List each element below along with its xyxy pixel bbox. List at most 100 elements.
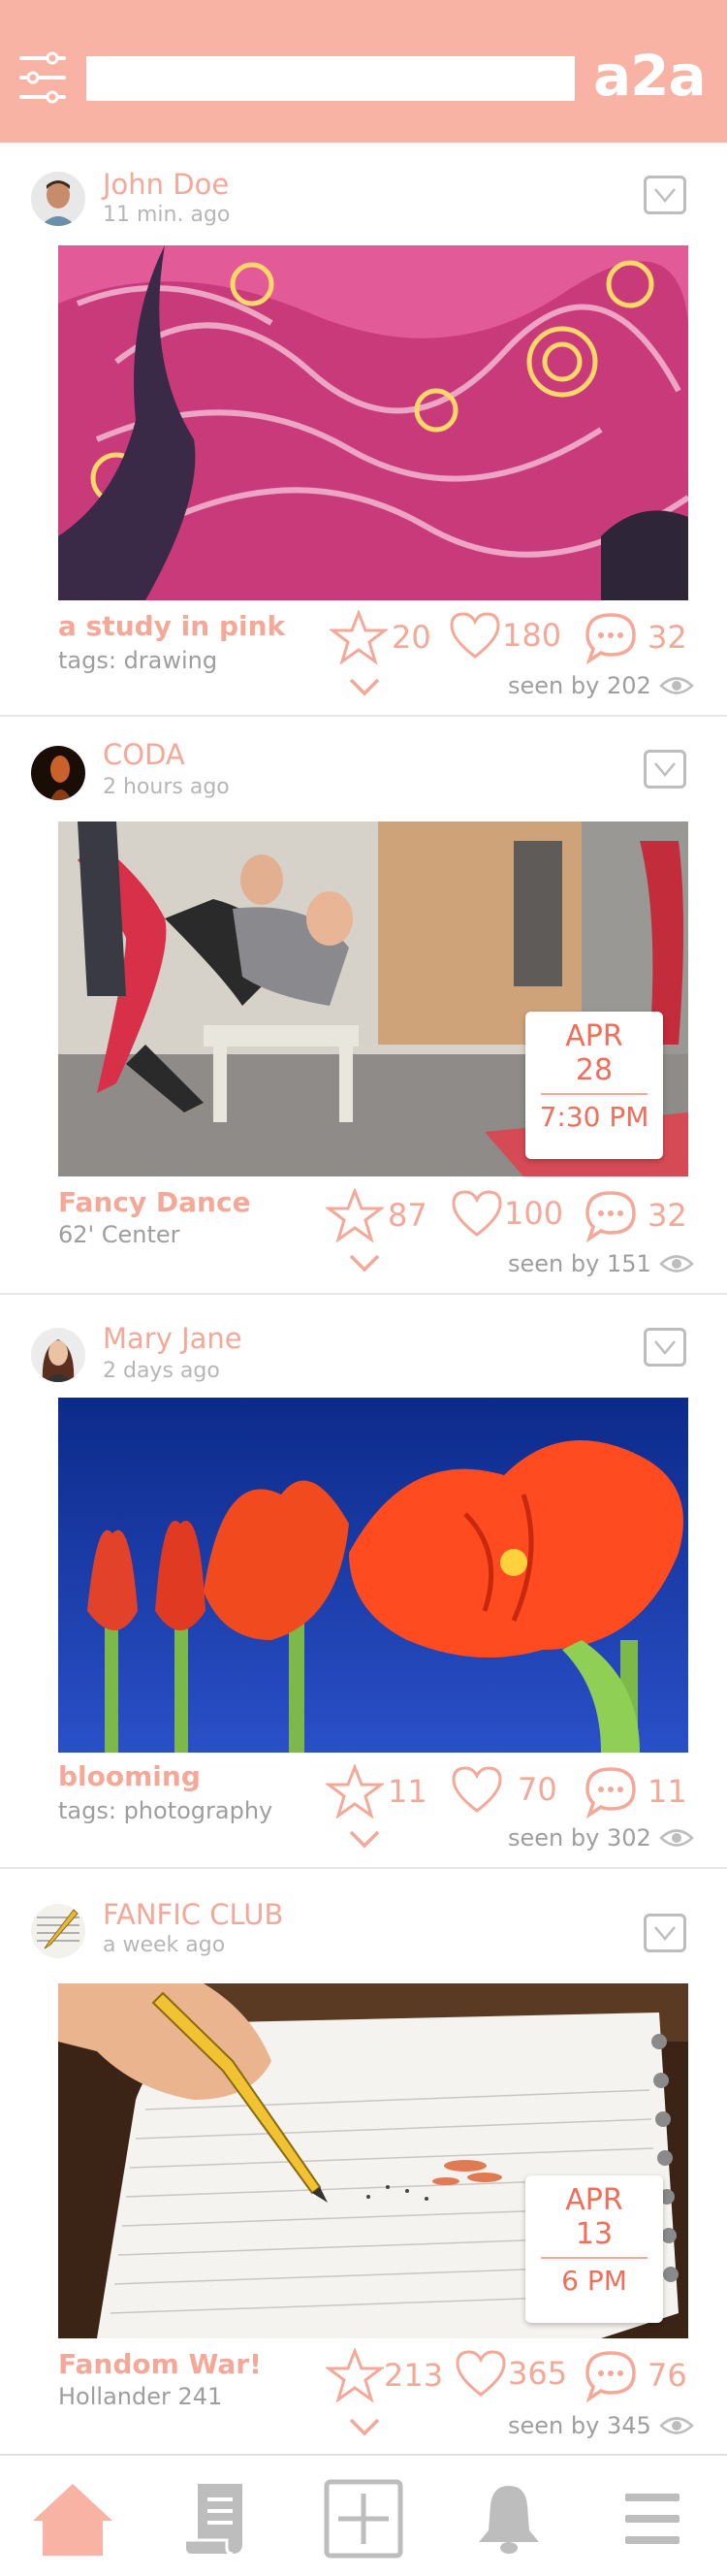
post-title[interactable]: a study in pink	[58, 610, 285, 642]
post-subtitle: tags: drawing	[58, 647, 218, 674]
post-menu-button[interactable]	[644, 1328, 686, 1367]
star-count: 11	[388, 1773, 427, 1810]
heart-icon	[456, 2350, 506, 2397]
star-count: 20	[392, 619, 431, 656]
like-count: 180	[502, 617, 562, 654]
nav-posts[interactable]	[173, 2475, 260, 2562]
post-title[interactable]: Fancy Dance	[58, 1186, 251, 1218]
feed-post: FANFIC CLUB a week ago APR 13 6 PM Fando…	[0, 1869, 727, 2454]
event-time: 6 PM	[561, 2265, 627, 2297]
like-count: 365	[508, 2355, 568, 2392]
heart-icon	[452, 1766, 502, 1813]
comment-stat[interactable]: 32	[582, 1188, 687, 1242]
event-divider	[541, 2257, 648, 2259]
chevron-down-icon	[654, 762, 676, 777]
post-image[interactable]	[58, 1398, 688, 1753]
post-subtitle: Hollander 241	[58, 2383, 223, 2410]
like-stat[interactable]: 70	[450, 1764, 557, 1815]
like-stat[interactable]: 365	[454, 2348, 567, 2399]
top-bar: a2a	[0, 0, 727, 143]
post-title[interactable]: Fandom War!	[58, 2348, 262, 2380]
avatar[interactable]	[31, 1328, 85, 1382]
home-icon	[33, 2484, 112, 2556]
avatar[interactable]	[31, 746, 85, 800]
event-time: 7:30 PM	[539, 1101, 649, 1133]
star-icon	[326, 1764, 384, 1819]
star-icon	[326, 1188, 384, 1242]
like-stat[interactable]: 100	[450, 1188, 563, 1239]
filter-sliders-icon[interactable]	[19, 50, 66, 105]
chevron-down-icon	[654, 1926, 676, 1941]
star-icon	[330, 610, 388, 664]
post-title[interactable]: blooming	[58, 1760, 201, 1792]
post-subtitle: tags: photography	[58, 1797, 273, 1824]
star-icon	[326, 2348, 384, 2402]
star-count: 213	[384, 2357, 444, 2394]
post-menu-button[interactable]	[644, 1914, 686, 1952]
event-day: 13	[575, 2217, 614, 2251]
post-time: 11 min. ago	[103, 203, 231, 227]
eye-icon	[658, 1255, 694, 1272]
chevron-down-icon	[654, 188, 676, 203]
seen-count: seen by 151	[508, 1250, 694, 1277]
event-date-badge: APR 28 7:30 PM	[525, 1012, 663, 1159]
comment-count: 76	[648, 2357, 687, 2394]
nav-menu[interactable]	[609, 2475, 696, 2562]
like-count: 100	[504, 1195, 564, 1232]
post-author[interactable]: FANFIC CLUB	[103, 1898, 283, 1931]
post-menu-button[interactable]	[644, 750, 686, 789]
expand-chevron-icon[interactable]	[347, 676, 382, 699]
feed-post: CODA 2 hours ago APR 28 7:30 PM Fancy Da…	[0, 717, 727, 1295]
bottom-navigation	[0, 2454, 727, 2576]
star-stat[interactable]: 20	[330, 610, 431, 664]
heart-icon	[450, 612, 500, 659]
post-author[interactable]: John Doe	[103, 168, 229, 201]
comment-stat[interactable]: 32	[582, 610, 687, 664]
post-time: a week ago	[103, 1933, 226, 1957]
search-input[interactable]	[86, 56, 575, 101]
star-stat[interactable]: 11	[326, 1764, 427, 1819]
scroll-icon	[186, 2484, 242, 2556]
eye-icon	[658, 1829, 694, 1847]
post-subtitle: 62' Center	[58, 1221, 180, 1248]
comment-bubble-icon	[585, 1767, 636, 1819]
expand-chevron-icon[interactable]	[347, 1252, 382, 1275]
seen-text: seen by 345	[508, 2412, 651, 2439]
star-stat[interactable]: 87	[326, 1188, 427, 1242]
eye-icon	[658, 677, 694, 694]
avatar[interactable]	[31, 1904, 85, 1958]
seen-text: seen by 202	[508, 672, 651, 699]
comment-bubble-icon	[585, 1191, 636, 1242]
comment-bubble-icon	[585, 613, 636, 664]
comment-stat[interactable]: 76	[582, 2348, 687, 2402]
app-logo: a2a	[593, 43, 707, 109]
nav-notifications[interactable]	[465, 2475, 553, 2562]
post-author[interactable]: Mary Jane	[103, 1322, 242, 1355]
event-month: APR	[565, 2183, 623, 2217]
post-author[interactable]: CODA	[103, 738, 185, 771]
event-divider	[541, 1093, 648, 1095]
star-stat[interactable]: 213	[326, 2348, 443, 2402]
avatar[interactable]	[31, 172, 85, 226]
seen-count: seen by 302	[508, 1824, 694, 1852]
star-count: 87	[388, 1197, 427, 1234]
like-count: 70	[518, 1771, 557, 1808]
bell-icon	[479, 2486, 539, 2554]
nav-home[interactable]	[29, 2475, 116, 2562]
comment-count: 11	[648, 1773, 687, 1810]
comment-stat[interactable]: 11	[582, 1764, 687, 1819]
heart-icon	[452, 1190, 502, 1237]
comment-bubble-icon	[585, 2351, 636, 2402]
comment-count: 32	[648, 1197, 687, 1234]
post-time: 2 days ago	[103, 1359, 220, 1383]
nav-create[interactable]	[320, 2475, 407, 2562]
post-time: 2 hours ago	[103, 775, 230, 799]
post-menu-button[interactable]	[644, 176, 686, 214]
seen-text: seen by 151	[508, 1250, 651, 1277]
menu-icon	[625, 2494, 680, 2544]
post-image[interactable]	[58, 245, 688, 600]
expand-chevron-icon[interactable]	[347, 2416, 382, 2439]
event-month: APR	[565, 1019, 623, 1053]
expand-chevron-icon[interactable]	[347, 1828, 382, 1852]
like-stat[interactable]: 180	[448, 610, 561, 660]
